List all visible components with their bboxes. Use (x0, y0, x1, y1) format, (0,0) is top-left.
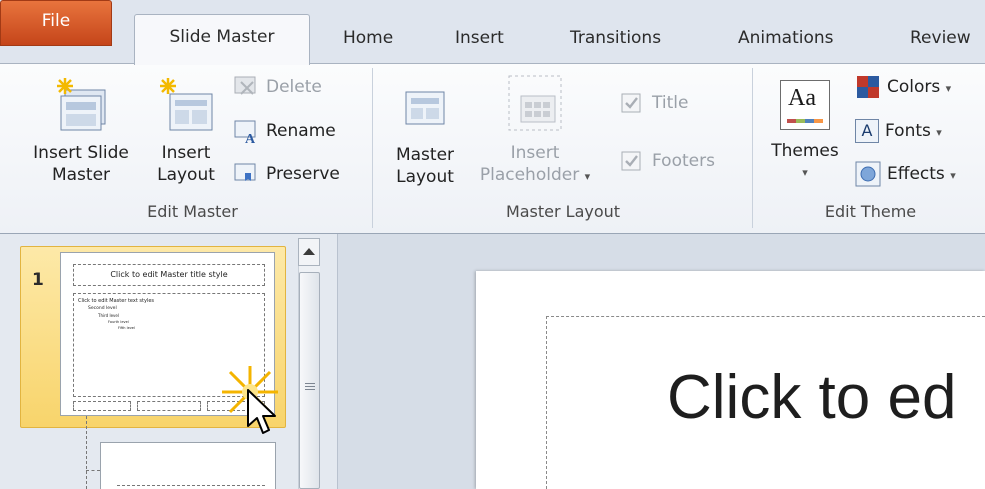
insert-placeholder-icon (508, 75, 562, 131)
group-separator (372, 68, 373, 228)
scroll-thumb[interactable] (299, 272, 320, 489)
title-checkbox-label: Title (652, 93, 689, 113)
title-checkbox[interactable]: Title (620, 90, 688, 116)
footers-checkbox-label: Footers (652, 151, 715, 171)
tab-home[interactable]: Home (343, 18, 393, 64)
themes-icon: Aa (780, 80, 830, 130)
delete-label: Delete (266, 77, 322, 97)
layout-slide-thumbnail[interactable] (100, 442, 276, 489)
thumb-date-placeholder (73, 401, 131, 411)
thumb-connector-line (86, 416, 87, 489)
thumb-text-level-1: Click to edit Master text styles (78, 298, 155, 304)
insert-slide-master-icon (57, 78, 106, 131)
edit-theme-group-label: Edit Theme (824, 202, 917, 221)
insert-layout-label-1: Insert (161, 143, 211, 163)
master-layout-group-label: Master Layout (505, 202, 621, 221)
checkbox-checked-icon (621, 151, 641, 171)
tab-insert[interactable]: Insert (455, 18, 504, 64)
scroll-up-arrow-icon (303, 248, 315, 255)
master-layout-button[interactable]: Master Layout (386, 82, 464, 188)
rename-label: Rename (266, 121, 336, 141)
footers-checkbox[interactable]: Footers (620, 148, 715, 174)
thumb-title-placeholder: Click to edit Master title style (73, 264, 265, 286)
thumb-text-level-2: Second level (88, 306, 117, 311)
master-layout-label-1: Master (395, 145, 455, 165)
insert-layout-label-2: Layout (157, 165, 215, 185)
checkbox-checked-icon (621, 93, 641, 113)
thumb-title-placeholder (117, 485, 265, 489)
svg-text:A: A (245, 132, 256, 144)
insert-slide-master-button[interactable]: Insert Slide Master (22, 76, 140, 186)
thumb-text-level-4: Fourth level (108, 320, 129, 324)
themes-label: Themes (771, 141, 839, 161)
fonts-label: Fonts (885, 121, 931, 141)
tab-slide-master[interactable]: Slide Master (134, 14, 310, 65)
thumb-text-level-3: Third level (98, 313, 119, 318)
preserve-button[interactable]: Preserve (232, 161, 340, 187)
tab-animations[interactable]: Animations (738, 18, 834, 64)
effects-button[interactable]: Effects ▾ (855, 161, 956, 187)
themes-button[interactable]: Aa Themes ▾ (764, 80, 846, 184)
thumb-connector-line (86, 470, 100, 471)
master-layout-label-2: Layout (396, 167, 454, 187)
scroll-grip-icon (305, 383, 315, 384)
slide-title-text[interactable]: Click to ed (667, 362, 956, 433)
themes-dropdown-icon: ▾ (802, 166, 808, 179)
insert-slide-master-label-2: Master (51, 165, 111, 185)
insert-placeholder-label-1: Insert (510, 143, 560, 163)
insert-placeholder-button[interactable]: Insert Placeholder ▾ (470, 74, 600, 188)
insert-layout-button[interactable]: Insert Layout (148, 76, 224, 186)
insert-placeholder-label-2: Placeholder ▾ (479, 165, 591, 185)
fonts-button[interactable]: A Fonts ▾ (855, 118, 942, 144)
tab-file[interactable]: File (0, 0, 112, 46)
effects-icon (855, 161, 881, 187)
tab-review[interactable]: Review (910, 18, 971, 64)
fonts-icon: A (855, 119, 879, 143)
group-separator (752, 68, 753, 228)
delete-button[interactable]: Delete (232, 74, 322, 100)
thumb-text-level-5: Fifth level (118, 326, 135, 330)
insert-slide-master-label-1: Insert Slide (33, 143, 129, 163)
preserve-icon (234, 163, 256, 181)
thumb-footer-placeholder (137, 401, 201, 411)
effects-label: Effects (887, 164, 945, 184)
preserve-label: Preserve (266, 164, 340, 184)
slide-number: 1 (32, 270, 44, 290)
tab-transitions[interactable]: Transitions (570, 18, 661, 64)
colors-label: Colors (887, 77, 941, 97)
delete-slide-icon (234, 76, 256, 95)
scroll-up-button[interactable] (298, 238, 320, 266)
colors-icon (857, 76, 879, 98)
colors-button[interactable]: Colors ▾ (855, 74, 951, 100)
insert-layout-icon (160, 78, 213, 131)
edit-master-group-label: Edit Master (147, 202, 238, 221)
ribbon-tab-bar: File Slide Master Home Insert Transition… (0, 0, 985, 65)
mouse-pointer-icon (247, 389, 276, 434)
rename-icon: A (234, 120, 256, 147)
master-layout-icon (405, 91, 445, 125)
rename-button[interactable]: A Rename (232, 118, 336, 147)
